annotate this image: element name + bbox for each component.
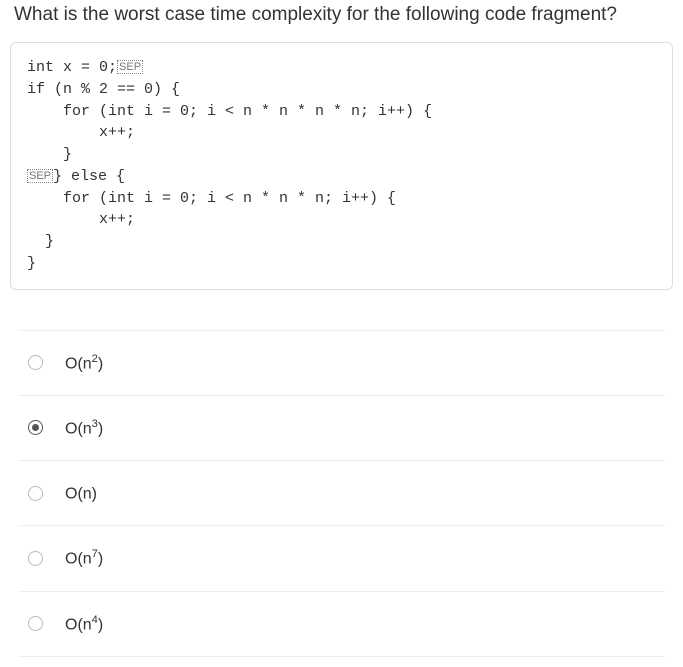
code-line: } else { xyxy=(53,168,125,185)
answer-option-4[interactable]: O(n7) xyxy=(18,526,665,591)
code-block: int x = 0;SEP if (n % 2 == 0) { for (int… xyxy=(10,42,673,290)
radio-icon[interactable] xyxy=(28,355,43,370)
answer-option-2[interactable]: O(n3) xyxy=(18,396,665,461)
code-line: x++; xyxy=(27,211,135,228)
answers-list: O(n2) O(n3) O(n) O(n7) O(n4) xyxy=(10,330,673,658)
code-line: for (int i = 0; i < n * n * n; i++) { xyxy=(27,190,396,207)
radio-icon[interactable] xyxy=(28,616,43,631)
answer-option-1[interactable]: O(n2) xyxy=(18,330,665,396)
answer-label: O(n3) xyxy=(65,418,103,438)
answer-label: O(n4) xyxy=(65,614,103,634)
code-line: } xyxy=(27,255,36,272)
radio-icon[interactable] xyxy=(28,486,43,501)
answer-option-5[interactable]: O(n4) xyxy=(18,592,665,657)
answer-option-3[interactable]: O(n) xyxy=(18,461,665,526)
code-line: if (n % 2 == 0) { xyxy=(27,81,180,98)
radio-icon[interactable] xyxy=(28,551,43,566)
answer-label: O(n7) xyxy=(65,548,103,568)
code-line: for (int i = 0; i < n * n * n * n; i++) … xyxy=(27,103,432,120)
question-text: What is the worst case time complexity f… xyxy=(10,4,673,26)
code-line: } xyxy=(27,146,72,163)
separator-icon: SEP xyxy=(117,60,143,74)
code-line: int x = 0; xyxy=(27,59,117,76)
answer-label: O(n) xyxy=(65,483,97,503)
code-line: } xyxy=(27,233,54,250)
radio-icon[interactable] xyxy=(28,420,43,435)
separator-icon: SEP xyxy=(27,169,53,183)
code-line: x++; xyxy=(27,124,135,141)
answer-label: O(n2) xyxy=(65,353,103,373)
